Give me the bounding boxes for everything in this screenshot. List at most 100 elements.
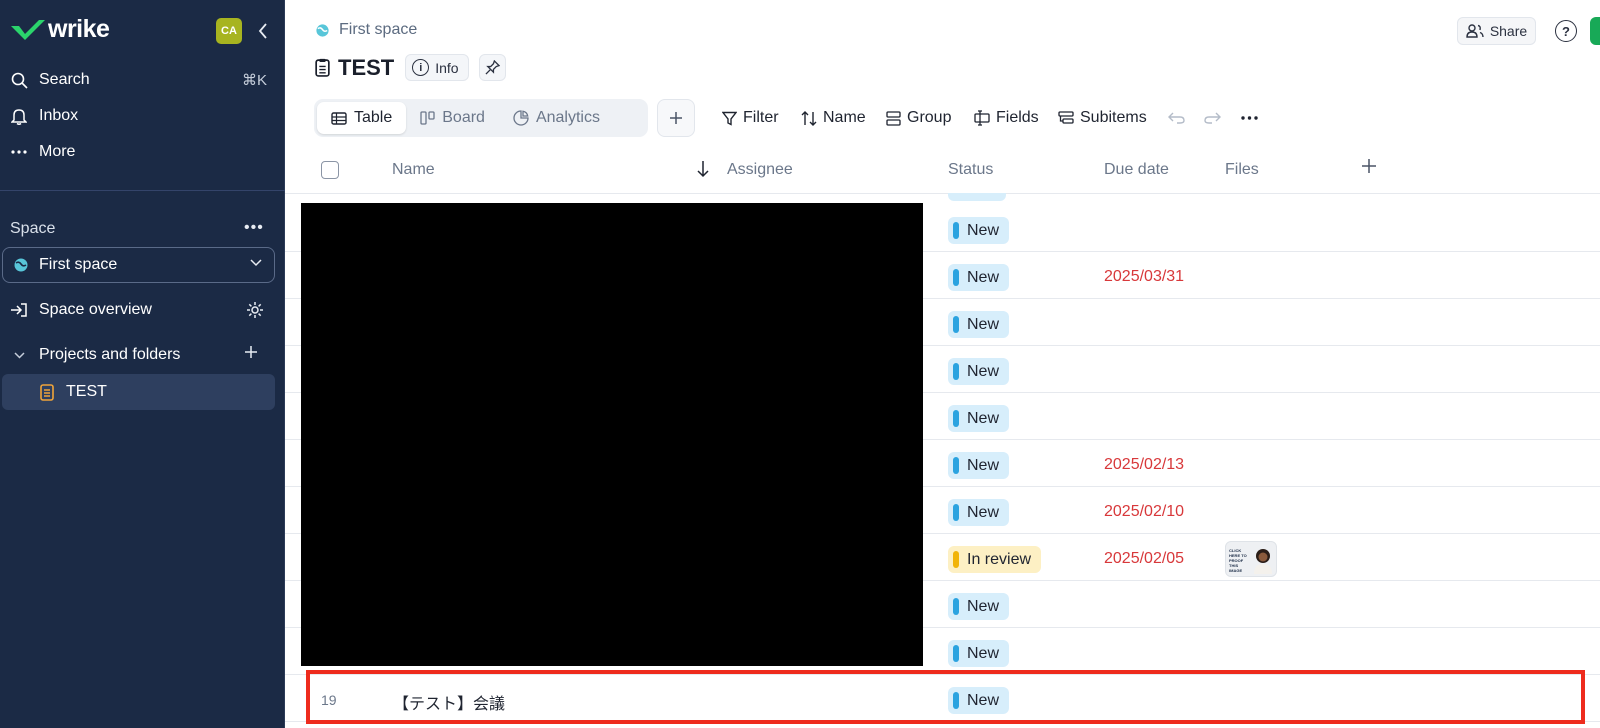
view-tabs: Table Board Analytics xyxy=(314,99,648,137)
tab-table[interactable]: Table xyxy=(317,102,407,134)
tab-analytics[interactable]: Analytics xyxy=(499,102,614,134)
sidebar-divider xyxy=(0,190,285,191)
status-label: In review xyxy=(967,550,1032,568)
status-badge[interactable]: New xyxy=(948,358,1010,385)
file-thumbnail[interactable]: CLICK HERE TO PROOF THIS IMAGE xyxy=(1225,541,1277,577)
gear-icon[interactable] xyxy=(246,301,264,319)
column-header-status[interactable]: Status xyxy=(948,161,993,179)
space-more-icon[interactable]: ••• xyxy=(244,219,264,237)
info-button[interactable]: i Info xyxy=(405,54,469,81)
status-label: New xyxy=(967,221,1000,239)
add-view-button[interactable] xyxy=(657,99,695,137)
analytics-icon xyxy=(513,110,529,126)
collapse-sidebar-button[interactable] xyxy=(254,18,272,44)
subitems-icon xyxy=(1058,111,1074,124)
undo-icon xyxy=(1168,112,1185,124)
sort-button[interactable]: Name xyxy=(801,106,866,130)
status-label: New xyxy=(967,409,1000,427)
share-label: Share xyxy=(1489,23,1528,39)
filter-button[interactable]: Filter xyxy=(722,106,779,130)
sidebar-inbox[interactable]: Inbox xyxy=(10,101,272,131)
space-overview-item[interactable]: Space overview xyxy=(10,295,272,325)
subitems-label: Subitems xyxy=(1080,109,1147,126)
status-label: New xyxy=(967,362,1000,380)
tab-board[interactable]: Board xyxy=(406,102,499,134)
pin-button[interactable] xyxy=(478,54,506,81)
fields-icon xyxy=(974,110,990,126)
status-label: New xyxy=(967,315,1000,333)
page-title-row: TEST i Info xyxy=(315,54,506,81)
status-color-bar xyxy=(953,363,959,380)
help-button[interactable]: ? xyxy=(1555,20,1577,42)
status-badge[interactable]: New xyxy=(948,499,1010,526)
group-button[interactable]: Group xyxy=(886,106,951,130)
sidebar-item-test[interactable]: TEST xyxy=(2,374,275,410)
add-icon[interactable] xyxy=(244,345,258,359)
new-item-button[interactable] xyxy=(1590,17,1600,45)
search-icon xyxy=(10,71,28,89)
status-color-bar xyxy=(953,551,959,568)
breadcrumb-label: First space xyxy=(339,21,418,38)
status-badge[interactable]: New xyxy=(948,405,1010,432)
sidebar-more[interactable]: More xyxy=(10,137,272,167)
redo-icon xyxy=(1204,112,1221,124)
pin-icon xyxy=(485,60,500,75)
status-color-bar xyxy=(953,645,959,662)
status-color-bar xyxy=(953,504,959,521)
subitems-button[interactable]: Subitems xyxy=(1058,106,1147,130)
column-header-files[interactable]: Files xyxy=(1225,161,1259,179)
select-all-checkbox[interactable] xyxy=(321,161,339,179)
group-icon xyxy=(886,110,901,126)
status-badge[interactable]: New xyxy=(948,264,1010,291)
wrike-logo[interactable]: wrike xyxy=(10,14,110,44)
chevron-left-icon xyxy=(258,23,267,39)
status-color-bar xyxy=(953,457,959,474)
bell-icon xyxy=(10,107,28,125)
due-date[interactable]: 2025/02/05 xyxy=(1104,550,1184,568)
column-header-due-date[interactable]: Due date xyxy=(1104,161,1169,179)
filter-icon xyxy=(722,111,737,126)
due-date[interactable]: 2025/02/13 xyxy=(1104,456,1184,474)
toolbar-more-button[interactable] xyxy=(1241,106,1264,130)
column-header-assignee[interactable]: Assignee xyxy=(727,161,793,179)
sort-label: Name xyxy=(823,109,866,126)
status-color-bar xyxy=(953,410,959,427)
status-badge[interactable]: In review xyxy=(948,546,1042,573)
status-badge[interactable]: New xyxy=(948,593,1010,620)
status-color-bar xyxy=(953,269,959,286)
sidebar-search[interactable]: Search ⌘K xyxy=(10,65,272,95)
fields-label: Fields xyxy=(996,109,1039,126)
due-date[interactable]: 2025/02/10 xyxy=(1104,503,1184,521)
search-label: Search xyxy=(39,71,90,88)
space-globe-icon xyxy=(14,258,28,272)
undo-button[interactable] xyxy=(1168,106,1191,130)
redacted-area xyxy=(301,203,923,666)
sort-arrow-down-icon[interactable] xyxy=(697,160,709,178)
projects-and-folders-header[interactable]: Projects and folders xyxy=(10,340,272,370)
more-dots-icon xyxy=(10,143,28,161)
status-label: New xyxy=(967,268,1000,286)
info-icon: i xyxy=(412,59,430,76)
projects-label: Projects and folders xyxy=(39,346,181,363)
info-label: Info xyxy=(435,59,459,76)
page-title: TEST xyxy=(338,54,395,80)
status-badge[interactable]: New xyxy=(948,452,1010,479)
board-icon xyxy=(420,111,435,125)
status-badge[interactable]: New xyxy=(948,311,1010,338)
redo-button[interactable] xyxy=(1204,106,1227,130)
due-date[interactable]: 2025/03/31 xyxy=(1104,268,1184,286)
breadcrumb[interactable]: First space xyxy=(315,21,417,39)
status-badge[interactable]: New xyxy=(948,640,1010,667)
add-column-icon[interactable] xyxy=(1361,158,1377,174)
status-badge[interactable]: New xyxy=(948,217,1010,244)
tab-board-label: Board xyxy=(442,109,485,126)
avatar[interactable]: CA xyxy=(216,18,242,44)
status-color-bar xyxy=(953,598,959,615)
person-photo-icon xyxy=(1254,549,1272,574)
enter-arrow-icon xyxy=(10,301,28,319)
share-button[interactable]: Share xyxy=(1457,17,1536,45)
space-selector[interactable]: First space xyxy=(2,247,275,283)
column-header-name[interactable]: Name xyxy=(392,161,435,179)
fields-button[interactable]: Fields xyxy=(974,106,1039,130)
status-color-bar xyxy=(953,316,959,333)
